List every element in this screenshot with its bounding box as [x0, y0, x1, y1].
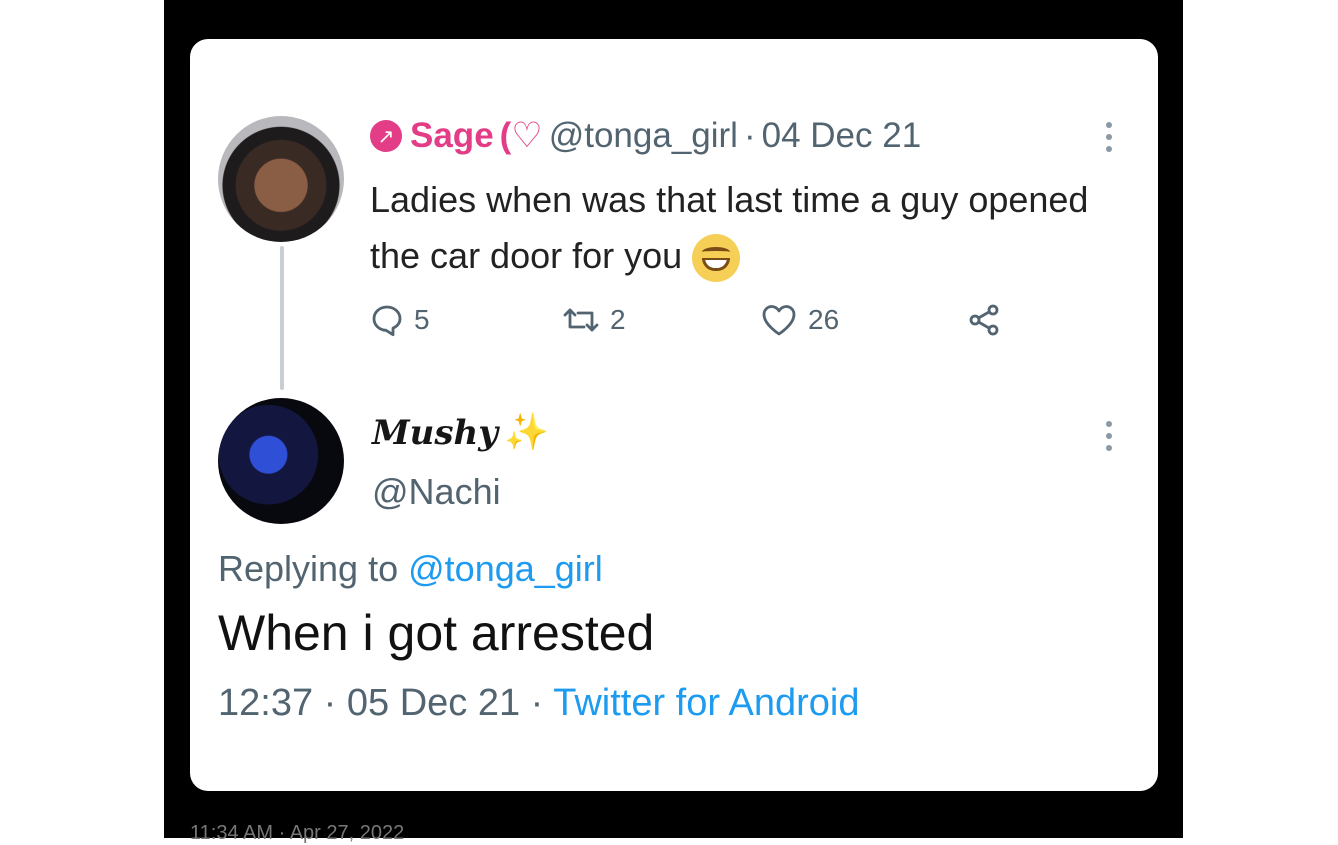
- sage-avatar[interactable]: [218, 116, 344, 242]
- reply-icon: [370, 303, 404, 337]
- tweet-1-handle[interactable]: @tonga_girl: [549, 116, 738, 156]
- like-button[interactable]: 26: [760, 303, 960, 337]
- tweet-2-separator-1: ·: [323, 682, 337, 724]
- mushy-avatar[interactable]: [218, 398, 344, 524]
- sparkles-icon: ✨: [503, 412, 549, 453]
- tweet-2-separator-2: ·: [530, 682, 544, 724]
- tweet-2-more-dot[interactable]: [1106, 445, 1112, 451]
- replying-to-line: Replying to @tonga_girl: [218, 548, 603, 590]
- tweet-2-display-name-row: Mushy ✨: [372, 413, 549, 453]
- screen-timestamp: 11:34 AM · Apr 27, 2022: [190, 822, 405, 844]
- share-icon: [965, 303, 1003, 337]
- thread-connector-line: [280, 246, 284, 390]
- tweet-1-more-dot[interactable]: [1106, 134, 1112, 140]
- tweet-1-actions: 5 2 26: [370, 296, 1010, 344]
- tweet-1-more-dot[interactable]: [1106, 122, 1112, 128]
- tweet-2-more-dot[interactable]: [1106, 421, 1112, 427]
- tweet-2-handle[interactable]: @Nachi: [372, 471, 501, 513]
- tweet-2-meta: 12:37 · 05 Dec 21 · Twitter for Android: [218, 682, 859, 725]
- tweet-1-heart-glyph: (♡: [499, 116, 543, 155]
- tweet-2-date[interactable]: 05 Dec 21: [347, 682, 520, 724]
- heart-icon: [760, 303, 798, 337]
- reply-count: 5: [414, 304, 430, 335]
- replying-prefix: Replying to: [218, 548, 399, 589]
- grinning-face-icon: [692, 234, 741, 283]
- pink-badge-icon: ↗: [370, 120, 402, 152]
- tweet-2-time[interactable]: 12:37: [218, 682, 313, 724]
- share-button[interactable]: [960, 303, 1008, 337]
- retweet-button[interactable]: 2: [562, 303, 760, 337]
- tweet-2-display-name[interactable]: Mushy: [372, 413, 498, 453]
- retweet-icon: [562, 303, 600, 337]
- tweet-2-text: When i got arrested: [218, 605, 655, 661]
- reply-button[interactable]: 5: [370, 303, 562, 337]
- tweet-1-header: ↗ Sage (♡ @tonga_girl · 04 Dec 21: [370, 116, 921, 156]
- tweet-2-more-dot[interactable]: [1106, 433, 1112, 439]
- tweet-1-display-name[interactable]: Sage: [410, 116, 494, 156]
- replying-handle-link[interactable]: @tonga_girl: [408, 548, 603, 589]
- like-count: 26: [808, 304, 840, 335]
- tweet-2-source-link[interactable]: Twitter for Android: [553, 682, 859, 724]
- retweet-count: 2: [610, 304, 626, 335]
- tweet-1-more-dot[interactable]: [1106, 146, 1112, 152]
- tweet-1-separator: ·: [743, 116, 756, 155]
- tweet-1-body: Ladies when was that last time a guy ope…: [370, 172, 1090, 284]
- tweet-1-date[interactable]: 04 Dec 21: [762, 116, 922, 156]
